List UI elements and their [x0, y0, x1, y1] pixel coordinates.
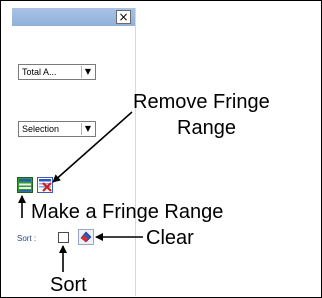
- callout-arrows: [18, 111, 143, 272]
- arrow-remove-fringe-range: [52, 111, 133, 183]
